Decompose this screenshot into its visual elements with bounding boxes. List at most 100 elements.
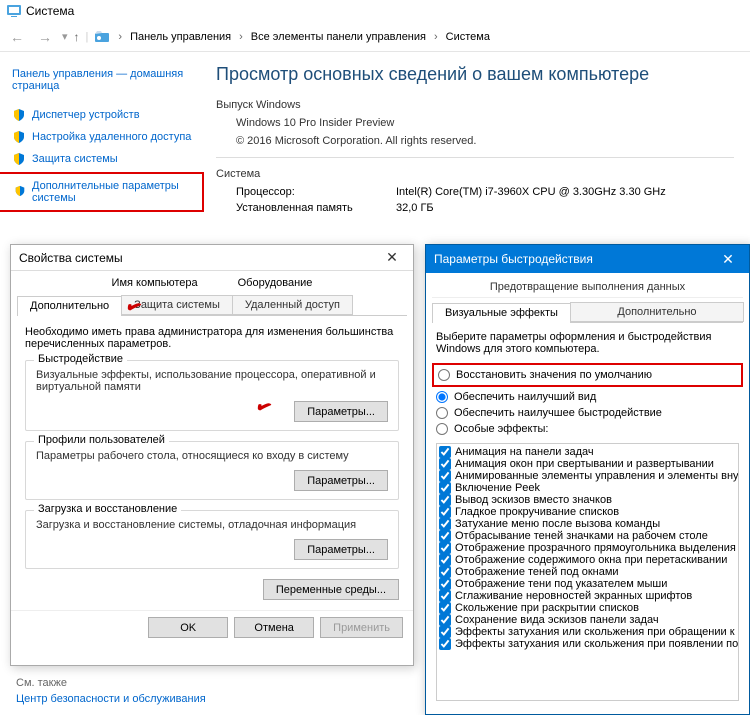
- checkbox[interactable]: [439, 446, 451, 458]
- check-item[interactable]: Отображение тени под указателем мыши: [439, 578, 736, 590]
- checkbox[interactable]: [439, 530, 451, 542]
- cpu-label: Процессор:: [236, 186, 396, 198]
- checkbox[interactable]: [439, 638, 451, 650]
- ram-value: 32,0 ГБ: [396, 202, 434, 214]
- cancel-button[interactable]: Отмена: [234, 617, 314, 638]
- close-button[interactable]: ✕: [379, 249, 405, 266]
- env-vars-button[interactable]: Переменные среды...: [263, 579, 399, 600]
- check-item[interactable]: Отображение теней под окнами: [439, 566, 736, 578]
- checkbox[interactable]: [439, 542, 451, 554]
- checkbox[interactable]: [439, 470, 451, 482]
- sidebar-link-remote[interactable]: Настройка удаленного доступа: [12, 126, 200, 148]
- performance-options-dialog: Параметры быстродействия ✕ Предотвращени…: [425, 244, 750, 715]
- radio-highlight: Восстановить значения по умолчанию: [432, 363, 743, 387]
- performance-settings-button[interactable]: Параметры...: [294, 401, 388, 422]
- apply-button[interactable]: Применить: [320, 617, 403, 638]
- shield-icon: [14, 185, 26, 199]
- checkbox[interactable]: [439, 614, 451, 626]
- check-item[interactable]: Вывод эскизов вместо значков: [439, 494, 736, 506]
- check-item[interactable]: Отбрасывание теней значками на рабочем с…: [439, 530, 736, 542]
- tab-computer-name[interactable]: Имя компьютера: [112, 277, 198, 289]
- crumb-2[interactable]: Все элементы панели управления: [247, 29, 430, 45]
- checkbox[interactable]: [439, 494, 451, 506]
- checkbox[interactable]: [439, 554, 451, 566]
- tab-dep[interactable]: Предотвращение выполнения данных: [432, 277, 743, 298]
- startup-settings-button[interactable]: Параметры...: [294, 539, 388, 560]
- sidebar-link-devmgr[interactable]: Диспетчер устройств: [12, 104, 200, 126]
- nav-bar: ← → ▾ ↑ | › Панель управления › Все элем…: [0, 22, 750, 52]
- checkbox[interactable]: [439, 482, 451, 494]
- back-button[interactable]: ←: [6, 27, 28, 47]
- checkbox[interactable]: [439, 602, 451, 614]
- check-item[interactable]: Анимированные элементы управления и элем…: [439, 470, 736, 482]
- shield-icon: [12, 108, 26, 122]
- checkbox[interactable]: [439, 626, 451, 638]
- checkbox[interactable]: [439, 578, 451, 590]
- tab-advanced[interactable]: Дополнительно: [17, 296, 122, 316]
- up-button[interactable]: ↑: [74, 30, 80, 44]
- crumb-1[interactable]: Панель управления: [126, 29, 235, 45]
- breadcrumb: › Панель управления › Все элементы панел…: [116, 29, 494, 45]
- annotation-arrow: ✔: [252, 395, 275, 420]
- radio-custom-input[interactable]: [436, 423, 448, 435]
- dialog-buttons: OK Отмена Применить: [11, 610, 413, 644]
- check-item[interactable]: Скольжение при раскрытии списков: [439, 602, 736, 614]
- checkbox[interactable]: [439, 506, 451, 518]
- tab-hardware[interactable]: Оборудование: [238, 277, 313, 289]
- perf-body: Выберите параметры оформления и быстроде…: [426, 323, 749, 709]
- sidebar-link-advanced[interactable]: Дополнительные параметры системы: [14, 176, 198, 208]
- check-item[interactable]: Анимация окон при свертывании и разверты…: [439, 458, 736, 470]
- check-item[interactable]: Эффекты затухания или скольжения при обр…: [439, 626, 736, 638]
- radio-best-performance-input[interactable]: [436, 407, 448, 419]
- check-item[interactable]: Отображение содержимого окна при перетас…: [439, 554, 736, 566]
- sidebar-home[interactable]: Панель управления — домашняя страница: [12, 64, 200, 96]
- perf-intro: Выберите параметры оформления и быстроде…: [436, 331, 739, 355]
- perf-titlebar: Параметры быстродействия ✕: [426, 245, 749, 273]
- radio-custom[interactable]: Особые эффекты:: [436, 421, 739, 437]
- perf-title-text: Параметры быстродействия: [434, 252, 593, 266]
- check-item[interactable]: Включение Peek: [439, 482, 736, 494]
- tab-advanced[interactable]: Дополнительно: [570, 302, 744, 322]
- profiles-settings-button[interactable]: Параметры...: [294, 470, 388, 491]
- radio-best-appearance-input[interactable]: [436, 391, 448, 403]
- sidebar: Панель управления — домашняя страница Ди…: [0, 52, 200, 226]
- tab-visual-effects[interactable]: Визуальные эффекты: [432, 303, 571, 323]
- checkbox[interactable]: [439, 566, 451, 578]
- edition-value: Windows 10 Pro Insider Preview: [236, 117, 734, 129]
- page-heading: Просмотр основных сведений о вашем компь…: [216, 64, 734, 85]
- cpu-value: Intel(R) Core(TM) i7-3960X CPU @ 3.30GHz…: [396, 186, 666, 198]
- titlebar: Система: [0, 0, 750, 22]
- checkbox[interactable]: [439, 458, 451, 470]
- folder-icon: [94, 29, 110, 45]
- check-item[interactable]: Сглаживание неровностей экранных шрифтов: [439, 590, 736, 602]
- checkbox[interactable]: [439, 518, 451, 530]
- crumb-3[interactable]: Система: [442, 29, 494, 45]
- checkbox[interactable]: [439, 590, 451, 602]
- check-item[interactable]: Затухание меню после вызова команды: [439, 518, 736, 530]
- group-profiles: Профили пользователей Параметры рабочего…: [25, 441, 399, 500]
- check-item[interactable]: Отображение прозрачного прямоугольника в…: [439, 542, 736, 554]
- see-also-link[interactable]: Центр безопасности и обслуживания: [16, 693, 206, 705]
- sidebar-link-protection[interactable]: Защита системы: [12, 148, 200, 170]
- check-item[interactable]: Анимация на панели задач: [439, 446, 736, 458]
- system-label: Система: [216, 168, 734, 180]
- check-item[interactable]: Гладкое прокручивание списков: [439, 506, 736, 518]
- radio-default-input[interactable]: [438, 369, 450, 381]
- forward-button[interactable]: →: [34, 27, 56, 47]
- check-item[interactable]: Сохранение вида эскизов панели задач: [439, 614, 736, 626]
- group-startup: Загрузка и восстановление Загрузка и вос…: [25, 510, 399, 569]
- tabs-row-2: Дополнительно Защита системы Удаленный д…: [17, 295, 407, 316]
- check-item[interactable]: Эффекты затухания или скольжения при поя…: [439, 638, 736, 650]
- radio-best-appearance[interactable]: Обеспечить наилучший вид: [436, 389, 739, 405]
- radio-default[interactable]: Восстановить значения по умолчанию: [438, 367, 737, 383]
- ok-button[interactable]: OK: [148, 617, 228, 638]
- close-button[interactable]: ✕: [715, 251, 741, 268]
- system-properties-dialog: Свойства системы ✕ Имя компьютера Оборуд…: [10, 244, 414, 666]
- system-icon: [6, 3, 22, 19]
- effects-checklist[interactable]: Анимация на панели задачАнимация окон пр…: [436, 443, 739, 701]
- tab-remote[interactable]: Удаленный доступ: [232, 295, 353, 315]
- radio-best-performance[interactable]: Обеспечить наилучшее быстродействие: [436, 405, 739, 421]
- tabs-row-1: Имя компьютера Оборудование: [17, 277, 407, 289]
- edition-label: Выпуск Windows: [216, 99, 734, 111]
- tab-protection[interactable]: Защита системы: [121, 295, 233, 315]
